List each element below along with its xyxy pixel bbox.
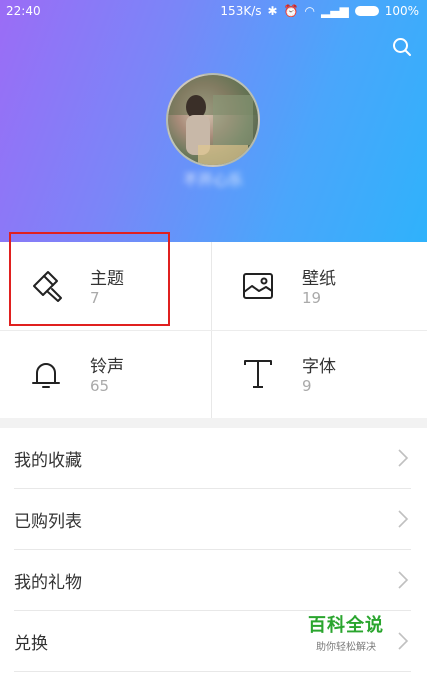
section-divider [0,418,427,428]
grid-item-count: 19 [302,289,322,307]
battery-icon [354,6,379,16]
signal-icon: ▂▄▆ [321,4,349,18]
status-time: 22:40 [6,4,41,18]
watermark-title: 百科全说 [308,615,384,636]
status-bar: 22:40 153K/s ✱ ⏰ ◠ ▂▄▆ 100% [0,0,427,22]
grid-item-count: 65 [90,377,110,395]
watermark-subtitle: 助你轻松解决 [316,642,376,653]
font-icon [244,360,272,388]
bell-icon [32,363,60,388]
battery-level: 100% [384,4,419,18]
grid-item-ringtone[interactable]: 铃声 65 [0,330,213,418]
profile-header: 22:40 153K/s ✱ ⏰ ◠ ▂▄▆ 100% 不开心乐 [0,0,427,242]
watermark: 百科全说 助你轻松解决 [308,611,384,653]
avatar[interactable] [166,73,260,167]
grid-item-wallpaper[interactable]: 壁纸 19 [212,242,425,330]
grid-item-count: 9 [302,377,312,395]
menu-item-label: 我的礼物 [14,573,82,593]
username: 不开心乐 [182,171,243,189]
menu-item-label: 我的收藏 [14,451,82,471]
bluetooth-icon: ✱ [267,4,278,18]
grid-item-font[interactable]: 字体 9 [212,330,425,418]
menu-item-label: 兑换 [14,634,48,654]
grid-item-label: 铃声 [90,357,124,377]
grid-item-label: 字体 [302,357,336,377]
menu-item-favorites[interactable]: 我的收藏 [14,428,411,489]
search-icon[interactable] [391,36,413,58]
image-icon [243,273,273,299]
chevron-right-icon [398,449,409,467]
chevron-right-icon [398,571,409,589]
menu-item-purchased[interactable]: 已购列表 [14,489,411,550]
alarm-icon: ⏰ [283,4,299,18]
highlight-box [9,232,170,326]
chevron-right-icon [398,632,409,650]
menu-item-label: 已购列表 [14,512,82,532]
network-speed: 153K/s [220,4,262,18]
grid-item-label: 壁纸 [302,269,336,289]
wifi-icon: ◠ [304,4,315,18]
status-icons: 153K/s ✱ ⏰ ◠ ▂▄▆ 100% [220,4,419,18]
chevron-right-icon [398,510,409,528]
menu-item-gifts[interactable]: 我的礼物 [14,550,411,611]
